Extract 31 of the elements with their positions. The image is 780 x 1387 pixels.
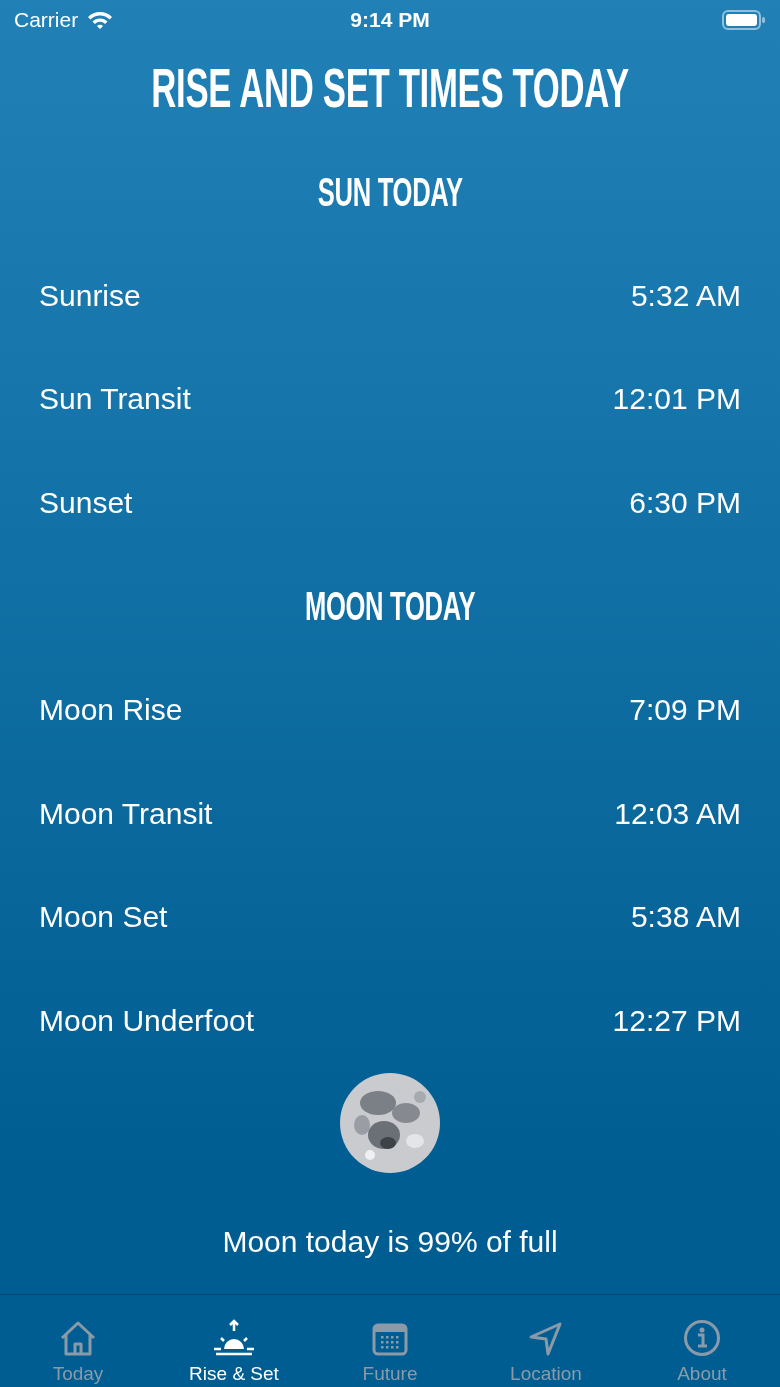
event-label: Moon Transit (39, 796, 213, 831)
status-time: 9:14 PM (350, 8, 430, 32)
event-time: 5:38 AM (630, 900, 741, 935)
tab-item[interactable]: Future (312, 1295, 468, 1387)
sunrise-icon (212, 1319, 256, 1357)
battery-icon (722, 9, 766, 31)
event-time: 7:09 PM (629, 693, 741, 728)
event-label: Sunrise (39, 278, 141, 313)
event-label: Moon Rise (39, 693, 183, 728)
event-label: Moon Set (39, 900, 168, 935)
event-label: Sun Transit (39, 382, 191, 417)
event-time: 5:32 AM (630, 278, 741, 313)
event-time: 12:01 PM (612, 382, 741, 417)
carrier-label: Carrier (14, 8, 79, 32)
page-title: RISE AND SET TIMES TODAY (151, 54, 629, 120)
event-label: Moon Underfoot (39, 1003, 255, 1038)
section-heading: MOON TODAY (304, 584, 476, 629)
section-heading: SUN TODAY (317, 169, 463, 215)
event-time: 6:30 PM (629, 485, 741, 520)
event-label: Sunset (39, 485, 133, 520)
event-time: 12:03 AM (614, 796, 741, 831)
navigation-arrow-icon (528, 1321, 564, 1357)
tab-item[interactable]: About (624, 1295, 780, 1387)
tab-item[interactable]: Location (468, 1295, 624, 1387)
tab-item[interactable]: Today (0, 1295, 156, 1387)
calendar-icon (372, 1321, 408, 1357)
event-time: 12:27 PM (612, 1003, 741, 1038)
info-icon (683, 1319, 721, 1357)
moon-phase-text: Moon today is 99% of full (221, 1224, 559, 1259)
home-icon (58, 1319, 98, 1357)
tab-item[interactable]: Rise & Set (156, 1295, 312, 1387)
